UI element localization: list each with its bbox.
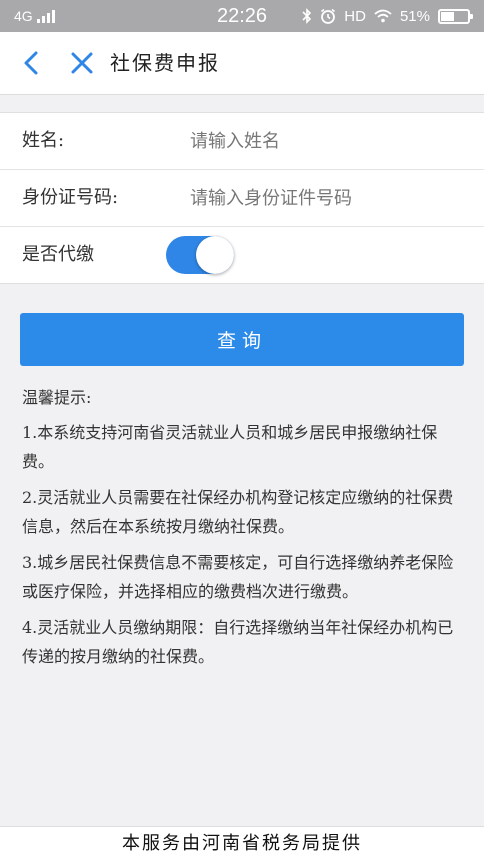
id-row: 身份证号码:: [0, 170, 484, 227]
proxy-payment-row: 是否代缴: [0, 227, 484, 283]
declaration-form: 姓名: 身份证号码: 是否代缴: [0, 112, 484, 284]
tip-item: 3.城乡居民社保费信息不需要核定，可自行选择缴纳养老保险或医疗保险，并选择相应的…: [22, 553, 454, 601]
tip-item: 2.灵活就业人员需要在社保经办机构登记核定应缴纳的社保费信息，然后在本系统按月缴…: [22, 488, 454, 536]
toggle-knob: [196, 236, 234, 274]
alarm-icon: [321, 8, 336, 24]
battery-icon: [438, 8, 473, 24]
close-icon[interactable]: [68, 49, 96, 77]
service-provider-footer: 本服务由河南省税务局提供: [0, 826, 484, 861]
tip-item: 1.本系统支持河南省灵活就业人员和城乡居民申报缴纳社保费。: [22, 423, 438, 471]
status-right: HD 51%: [302, 0, 473, 32]
tip-item: 4.灵活就业人员缴纳期限：自行选择缴纳当年社保经办机构已传递的按月缴纳的社保费。: [22, 618, 454, 666]
tips-title: 温馨提示:: [22, 388, 92, 407]
hd-indicator: HD: [344, 7, 366, 25]
name-label: 姓名:: [22, 130, 65, 151]
query-button[interactable]: 查询: [20, 313, 464, 366]
proxy-payment-toggle[interactable]: [166, 236, 234, 274]
name-row: 姓名:: [0, 113, 484, 170]
id-number-input[interactable]: [190, 180, 460, 216]
page-title: 社保费申报: [110, 51, 220, 75]
tips-section: 温馨提示: 1.本系统支持河南省灵活就业人员和城乡居民申报缴纳社保费。 2.灵活…: [22, 384, 468, 678]
proxy-payment-label: 是否代缴: [22, 244, 94, 265]
name-input[interactable]: [190, 123, 460, 159]
battery-fill: [441, 11, 454, 21]
wifi-icon: [374, 9, 392, 23]
app-header: 社保费申报: [0, 32, 484, 95]
id-number-label: 身份证号码:: [22, 187, 119, 208]
battery-percent: 51%: [399, 7, 430, 25]
bluetooth-icon: [302, 8, 312, 24]
status-bar: 4G 22:26 HD 51%: [0, 0, 484, 32]
back-icon[interactable]: [18, 49, 46, 77]
